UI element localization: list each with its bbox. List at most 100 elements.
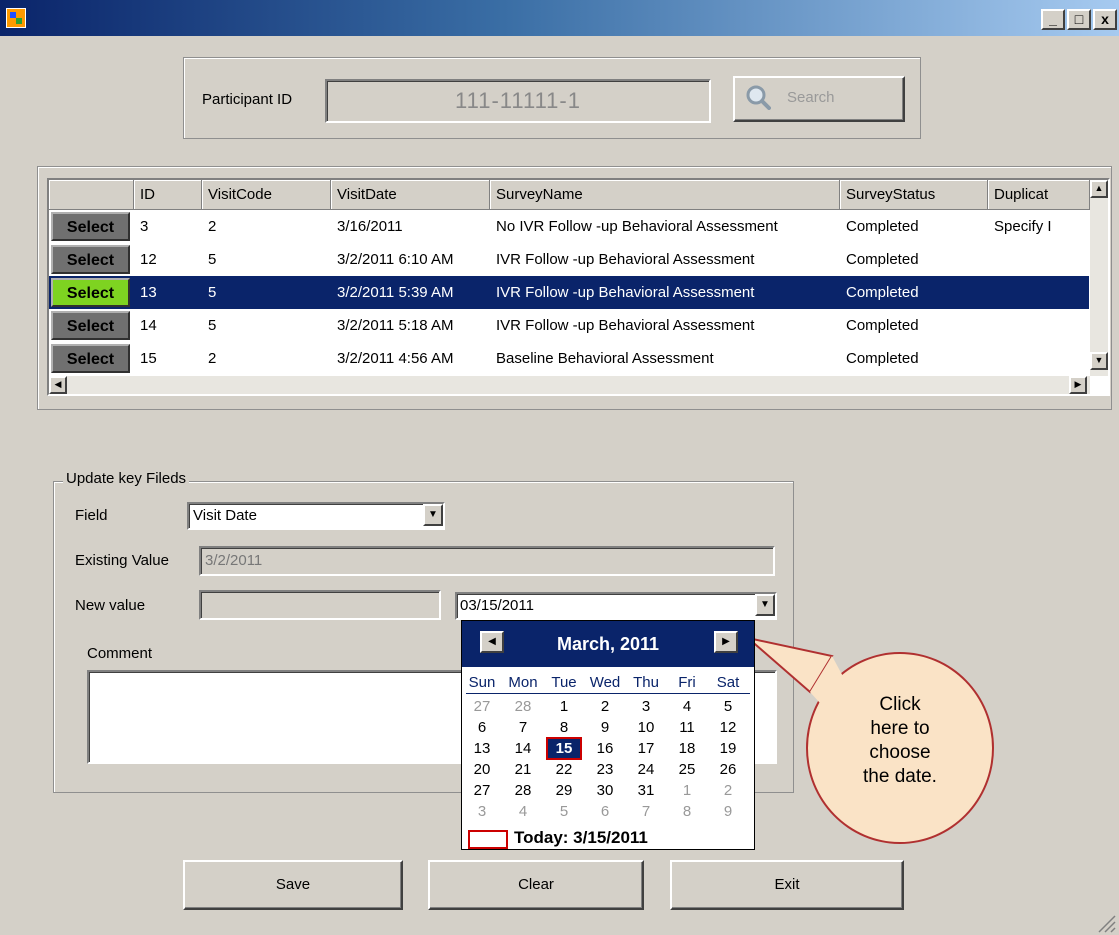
calendar-day[interactable]: 5 <box>546 802 582 821</box>
grid-header-visitdate[interactable]: VisitDate <box>331 180 490 210</box>
cell-id: 15 <box>140 350 157 367</box>
table-row[interactable]: Select 14 5 3/2/2011 5:18 AM IVR Follow … <box>49 309 1089 342</box>
resize-grip-icon[interactable] <box>1095 912 1117 934</box>
clear-button[interactable]: Clear <box>428 860 644 910</box>
field-label: Field <box>75 507 108 524</box>
grid-horizontal-scrollbar[interactable]: ◀ ▶ <box>49 376 1090 394</box>
field-select[interactable]: Visit Date ▼ <box>187 502 445 530</box>
callout-line: Click <box>879 694 921 715</box>
calendar-day[interactable]: 26 <box>710 760 746 779</box>
calendar-day[interactable]: 3 <box>464 802 500 821</box>
weekday-label: Wed <box>589 674 621 691</box>
table-row[interactable]: Select 12 5 3/2/2011 6:10 AM IVR Follow … <box>49 243 1089 276</box>
calendar-day[interactable]: 11 <box>669 718 705 737</box>
calendar-day[interactable]: 1 <box>546 697 582 716</box>
calendar-day[interactable]: 7 <box>505 718 541 737</box>
next-month-icon[interactable]: ▶ <box>714 631 738 653</box>
cell-surveyname: IVR Follow -up Behavioral Assessment <box>496 317 755 334</box>
calendar-day[interactable]: 1 <box>669 781 705 800</box>
chevron-down-icon[interactable]: ▼ <box>423 504 443 526</box>
calendar-day[interactable]: 12 <box>710 718 746 737</box>
existing-value-label: Existing Value <box>75 552 169 569</box>
row-select-button[interactable]: Select <box>51 245 130 274</box>
calendar-day[interactable]: 6 <box>464 718 500 737</box>
calendar-day[interactable]: 3 <box>628 697 664 716</box>
today-link[interactable]: Today: 3/15/2011 <box>514 828 648 848</box>
cell-surveystatus: Completed <box>846 218 919 235</box>
cell-surveystatus: Completed <box>846 317 919 334</box>
comment-label: Comment <box>87 645 153 662</box>
calendar-day[interactable]: 9 <box>587 718 623 737</box>
calendar-popup[interactable]: ◀ March, 2011 ▶ Sun Mon Tue Wed Thu Fri … <box>461 620 755 850</box>
scroll-right-icon[interactable]: ▶ <box>1069 376 1087 394</box>
calendar-dropdown-icon[interactable]: ▼ <box>755 594 775 616</box>
scroll-down-icon[interactable]: ▼ <box>1090 352 1108 370</box>
row-select-button[interactable]: Select <box>51 344 130 373</box>
calendar-day[interactable]: 24 <box>628 760 664 779</box>
existing-value-input[interactable]: 3/2/2011 <box>199 546 775 576</box>
calendar-day[interactable]: 8 <box>546 718 582 737</box>
row-select-button-active[interactable]: Select <box>51 278 130 307</box>
weekday-label: Sat <box>716 674 740 691</box>
new-value-input[interactable] <box>199 590 441 620</box>
calendar-day[interactable]: 4 <box>669 697 705 716</box>
grid-header-visitcode[interactable]: VisitCode <box>202 180 331 210</box>
grid-header-surveystatus[interactable]: SurveyStatus <box>840 180 988 210</box>
grid-header-id[interactable]: ID <box>134 180 202 210</box>
calendar-day[interactable]: 9 <box>710 802 746 821</box>
calendar-day[interactable]: 13 <box>464 739 500 758</box>
calendar-day[interactable]: 27 <box>464 781 500 800</box>
calendar-day[interactable]: 28 <box>505 781 541 800</box>
calendar-day[interactable]: 22 <box>546 760 582 779</box>
grid-vertical-scrollbar[interactable]: ▲ ▼ <box>1090 180 1108 376</box>
row-select-button[interactable]: Select <box>51 212 130 241</box>
calendar-day[interactable]: 2 <box>710 781 746 800</box>
visits-grid[interactable]: ID VisitCode VisitDate SurveyName Survey… <box>47 178 1110 396</box>
calendar-day[interactable]: 25 <box>669 760 705 779</box>
maximize-button[interactable]: □ <box>1067 9 1091 30</box>
table-row[interactable]: Select 15 2 3/2/2011 4:56 AM Baseline Be… <box>49 342 1089 375</box>
callout-line: here to <box>870 718 930 739</box>
exit-button[interactable]: Exit <box>670 860 904 910</box>
weekday-label: Mon <box>508 674 538 691</box>
calendar-day[interactable]: 23 <box>587 760 623 779</box>
calendar-day[interactable]: 4 <box>505 802 541 821</box>
cell-visitcode: 2 <box>208 218 217 235</box>
calendar-day-selected[interactable]: 15 <box>546 737 582 760</box>
grid-header-surveyname[interactable]: SurveyName <box>490 180 840 210</box>
calendar-day[interactable]: 17 <box>628 739 664 758</box>
field-select-value: Visit Date <box>193 507 257 524</box>
grid-header-duplicate[interactable]: Duplicat <box>988 180 1090 210</box>
scroll-up-icon[interactable]: ▲ <box>1090 180 1108 198</box>
calendar-day[interactable]: 10 <box>628 718 664 737</box>
scroll-left-icon[interactable]: ◀ <box>49 376 67 394</box>
calendar-day[interactable]: 19 <box>710 739 746 758</box>
minimize-button[interactable]: _ <box>1041 9 1065 30</box>
cell-surveystatus: Completed <box>846 251 919 268</box>
calendar-day[interactable]: 20 <box>464 760 500 779</box>
calendar-day[interactable]: 21 <box>505 760 541 779</box>
search-button[interactable]: Search <box>733 76 905 122</box>
participant-id-input[interactable]: 111-11111-1 <box>325 79 711 123</box>
calendar-day[interactable]: 18 <box>669 739 705 758</box>
calendar-day[interactable]: 7 <box>628 802 664 821</box>
calendar-day[interactable]: 6 <box>587 802 623 821</box>
table-row[interactable]: Select 3 2 3/16/2011 No IVR Follow -up B… <box>49 210 1089 243</box>
row-select-button[interactable]: Select <box>51 311 130 340</box>
calendar-day[interactable]: 14 <box>505 739 541 758</box>
calendar-day[interactable]: 27 <box>464 697 500 716</box>
calendar-day[interactable]: 30 <box>587 781 623 800</box>
app-icon[interactable] <box>6 8 26 28</box>
table-row-selected[interactable]: Select 13 5 3/2/2011 5:39 AM IVR Follow … <box>49 276 1089 309</box>
save-button[interactable]: Save <box>183 860 403 910</box>
calendar-day[interactable]: 5 <box>710 697 746 716</box>
calendar-day[interactable]: 16 <box>587 739 623 758</box>
calendar-day[interactable]: 8 <box>669 802 705 821</box>
prev-month-icon[interactable]: ◀ <box>480 631 504 653</box>
date-picker[interactable]: 03/15/2011 ▼ <box>455 592 777 620</box>
calendar-day[interactable]: 2 <box>587 697 623 716</box>
calendar-day[interactable]: 31 <box>628 781 664 800</box>
calendar-day[interactable]: 29 <box>546 781 582 800</box>
close-button[interactable]: x <box>1093 9 1117 30</box>
calendar-day[interactable]: 28 <box>505 697 541 716</box>
